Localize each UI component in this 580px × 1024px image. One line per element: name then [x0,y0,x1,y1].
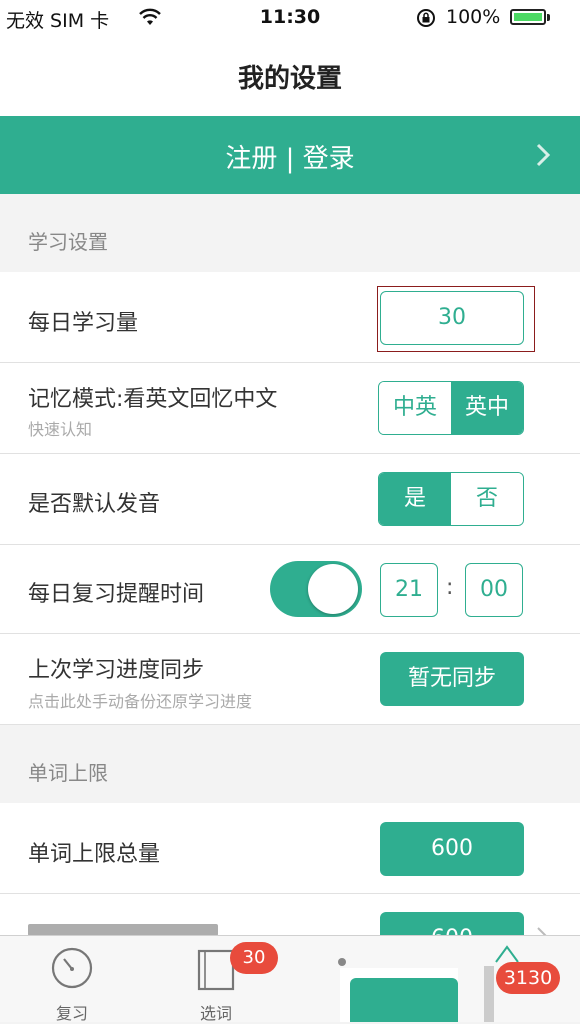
row-sync[interactable]: 上次学习进度同步 点击此处手动备份还原学习进度 暂无同步 [0,634,580,725]
tab-icon-fragment [484,966,494,1022]
section-title: 单词上限 [28,761,108,785]
battery-percent: 100% [446,6,501,28]
gauge-icon [51,947,93,989]
memory-mode-label: 记忆模式:看英文回忆中文 [28,387,278,412]
row-default-audio: 是否默认发音 是 否 [0,454,580,545]
default-audio-label: 是否默认发音 [28,492,161,517]
rotation-lock-icon [417,9,435,27]
default-audio-option-no[interactable]: 否 [451,473,523,525]
tab-bar: 复习 30 选词 3130 [0,935,580,1023]
memory-mode-sublabel: 快速认知 [28,420,93,439]
tab-review[interactable]: 复习 [32,936,112,1023]
word-limit-total-label: 单词上限总量 [28,842,161,867]
memory-mode-toggle: 中英 英中 [378,381,524,435]
word-limit-total-button[interactable]: 600 [380,822,524,876]
daily-amount-label: 每日学习量 [28,311,139,336]
page-title: 我的设置 [237,64,342,94]
default-audio-option-yes[interactable]: 是 [379,473,451,525]
memory-mode-option-zh-en[interactable]: 中英 [379,382,451,434]
row-memory-mode: 记忆模式:看英文回忆中文 快速认知 中英 英中 [0,363,580,454]
tab-label: 选词 [199,1004,232,1023]
reminder-minute-input[interactable]: 00 [465,563,523,617]
login-label: 注册 | 登录 [225,144,355,174]
section-header-word-limit: 单词上限 [0,725,580,801]
switch-knob [308,564,358,614]
default-audio-toggle: 是 否 [378,472,524,526]
review-reminder-label: 每日复习提醒时间 [28,582,205,607]
review-reminder-switch[interactable] [270,561,362,617]
section-header-study: 学习设置 [0,194,580,270]
tab-icon-fragment [338,958,346,966]
sync-button[interactable]: 暂无同步 [380,652,524,706]
battery-icon [510,9,546,25]
status-bar: 无效 SIM 卡 11:30 100% [0,0,580,36]
row-daily-amount: 每日学习量 30 [0,272,580,363]
tab-badge: 30 [230,942,278,974]
tab-pick-words[interactable]: 30 选词 [176,936,278,1023]
reminder-hour-input[interactable]: 21 [380,563,438,617]
chevron-right-icon [536,143,551,167]
settings-icon [495,945,519,963]
daily-amount-input[interactable]: 30 [380,291,524,345]
tab-settings[interactable]: 3130 [478,936,568,1022]
tab-obscured[interactable] [330,936,460,1022]
time-separator: : [446,575,454,600]
sync-sublabel: 点击此处手动备份还原学习进度 [28,692,253,711]
sync-label: 上次学习进度同步 [28,658,205,683]
tab-badge: 3130 [496,962,560,994]
tab-label: 复习 [55,1004,88,1023]
row-word-limit-total: 单词上限总量 600 [0,803,580,894]
battery-cap [547,14,550,21]
row-review-reminder: 每日复习提醒时间 21 : 00 [0,545,580,634]
login-bar[interactable]: 注册 | 登录 [0,116,580,194]
overlay-button-fragment [350,978,458,1022]
memory-mode-option-en-zh[interactable]: 英中 [451,382,523,434]
section-title: 学习设置 [28,230,108,254]
nav-bar: 我的设置 [0,36,580,117]
